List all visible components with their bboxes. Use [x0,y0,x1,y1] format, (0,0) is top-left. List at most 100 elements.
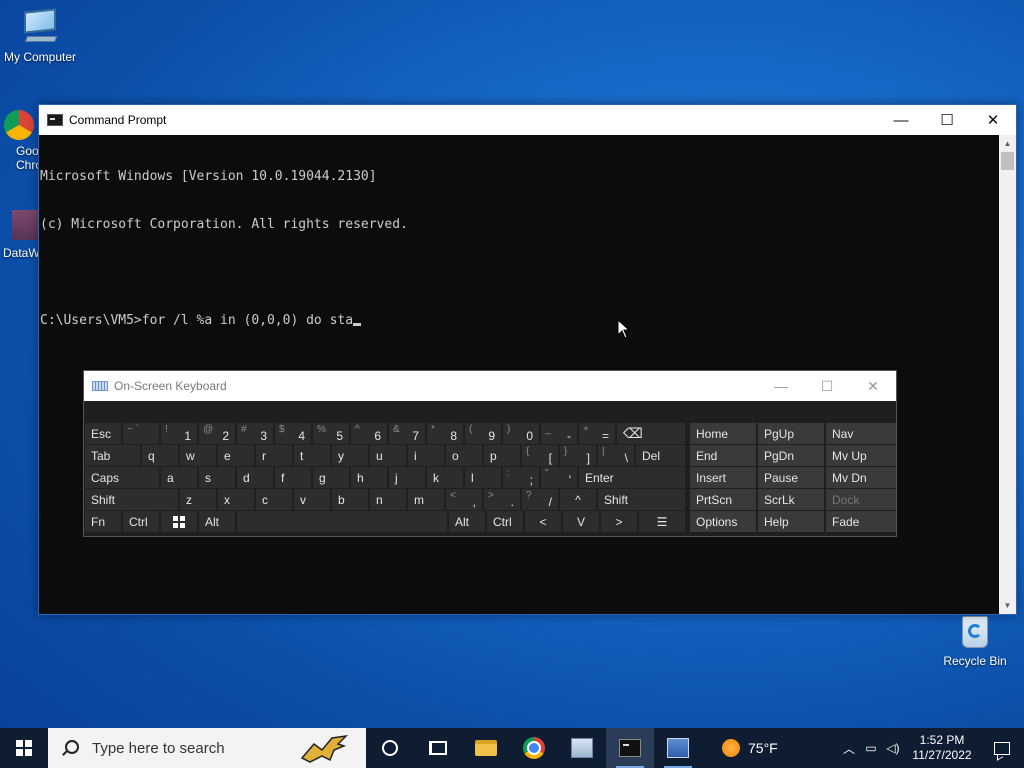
key-r[interactable]: r [256,445,292,466]
key-left-arrow[interactable]: < [525,511,561,532]
key-right-arrow[interactable]: > [601,511,637,532]
on-screen-keyboard-window[interactable]: On-Screen Keyboard — ☐ ✕ Esc ~ ` ! 1 @2 #… [83,370,897,537]
key-n[interactable]: n [370,489,406,510]
key-backslash[interactable]: | \ [598,445,634,466]
key-t[interactable]: t [294,445,330,466]
key-b[interactable]: b [332,489,368,510]
key-period[interactable]: >. [484,489,520,510]
key-8[interactable]: * 8 [427,423,463,444]
key-3[interactable]: #3 [237,423,273,444]
maximize-button[interactable]: ☐ [924,105,970,135]
start-button[interactable] [0,728,48,768]
key-left-bracket[interactable]: {[ [522,445,558,466]
key-esc[interactable]: Esc [85,423,121,444]
key-z[interactable]: z [180,489,216,510]
key-backspace[interactable]: ⌫ [617,423,685,444]
minimize-button[interactable]: — [758,371,804,401]
key-ctrl-right[interactable]: Ctrl [487,511,523,532]
key-down-arrow[interactable]: V [563,511,599,532]
key-pgdn[interactable]: PgDn [758,445,824,466]
taskbar-on-screen-keyboard[interactable] [654,728,702,768]
key-c[interactable]: c [256,489,292,510]
key-6[interactable]: ^ 6 [351,423,387,444]
key-options[interactable]: Options [690,511,756,532]
key-pause[interactable]: Pause [758,467,824,488]
key-prtscn[interactable]: PrtScn [690,489,756,510]
key-i[interactable]: i [408,445,444,466]
key-enter[interactable]: Enter [579,467,685,488]
weather-widget[interactable]: 75°F [722,739,778,757]
key-home[interactable]: Home [690,423,756,444]
key-q[interactable]: q [142,445,178,466]
key-end[interactable]: End [690,445,756,466]
key-alt-right[interactable]: Alt [449,511,485,532]
key-e[interactable]: e [218,445,254,466]
key-equals[interactable]: + = [579,423,615,444]
key-w[interactable]: w [180,445,216,466]
close-button[interactable]: ✕ [970,105,1016,135]
key-u[interactable]: u [370,445,406,466]
key-comma[interactable]: <, [446,489,482,510]
scroll-up-icon[interactable]: ▲ [999,135,1016,152]
key-pgup[interactable]: PgUp [758,423,824,444]
minimize-button[interactable]: — [878,105,924,135]
key-h[interactable]: h [351,467,387,488]
key-del[interactable]: Del [636,445,685,466]
close-button[interactable]: ✕ [850,371,896,401]
key-shift-right[interactable]: Shift [598,489,685,510]
key-m[interactable]: m [408,489,444,510]
vertical-scrollbar[interactable]: ▲ ▼ [999,135,1016,614]
search-input[interactable]: Type here to search [48,728,366,768]
key-right-bracket[interactable]: }] [560,445,596,466]
task-view-button[interactable] [414,728,462,768]
key-x[interactable]: x [218,489,254,510]
key-shift-left[interactable]: Shift [85,489,178,510]
key-k[interactable]: k [427,467,463,488]
key-1[interactable]: ! 1 [161,423,197,444]
key-f[interactable]: f [275,467,311,488]
key-2[interactable]: @2 [199,423,235,444]
taskbar-chrome[interactable] [510,728,558,768]
key-windows[interactable] [161,511,197,532]
key-y[interactable]: y [332,445,368,466]
desktop-icon-dataw[interactable]: DataW [0,210,40,260]
maximize-button[interactable]: ☐ [804,371,850,401]
window-titlebar[interactable]: Command Prompt — ☐ ✕ [39,105,1016,135]
key-space[interactable] [237,511,447,532]
key-menu[interactable]: ☰ [639,511,685,532]
key-v[interactable]: v [294,489,330,510]
key-0[interactable]: ) 0 [503,423,539,444]
key-g[interactable]: g [313,467,349,488]
command-prompt-window[interactable]: Command Prompt — ☐ ✕ Microsoft Windows [… [38,104,1017,615]
key-nav[interactable]: Nav [826,423,896,444]
clock[interactable]: 1:52 PM 11/27/2022 [904,733,980,763]
key-j[interactable]: j [389,467,425,488]
key-p[interactable]: p [484,445,520,466]
key-tab[interactable]: Tab [85,445,140,466]
key-caps[interactable]: Caps [85,467,159,488]
key-tilde[interactable]: ~ ` [123,423,159,444]
key-fade[interactable]: Fade [826,511,896,532]
key-d[interactable]: d [237,467,273,488]
taskbar-command-prompt[interactable] [606,728,654,768]
key-minus[interactable]: _ - [541,423,577,444]
key-l[interactable]: l [465,467,501,488]
scroll-thumb[interactable] [1001,152,1014,170]
chevron-up-icon[interactable]: ︿ [838,728,860,768]
desktop-icon-recycle-bin[interactable]: Recycle Bin [935,612,1015,668]
key-slash[interactable]: ? / [522,489,558,510]
key-ctrl-left[interactable]: Ctrl [123,511,159,532]
key-help[interactable]: Help [758,511,824,532]
key-5[interactable]: % 5 [313,423,349,444]
cortana-button[interactable] [366,728,414,768]
scroll-down-icon[interactable]: ▼ [999,597,1016,614]
volume-icon[interactable]: ◁) [882,728,904,768]
key-7[interactable]: & 7 [389,423,425,444]
window-titlebar[interactable]: On-Screen Keyboard — ☐ ✕ [84,371,896,401]
key-fn[interactable]: Fn [85,511,121,532]
key-semicolon[interactable]: :; [503,467,539,488]
key-insert[interactable]: Insert [690,467,756,488]
desktop-icon-my-computer[interactable]: My Computer [0,8,80,64]
console-input-line[interactable]: C:\Users\VM5>for /l %a in (0,0,0) do sta [40,313,999,329]
key-a[interactable]: a [161,467,197,488]
